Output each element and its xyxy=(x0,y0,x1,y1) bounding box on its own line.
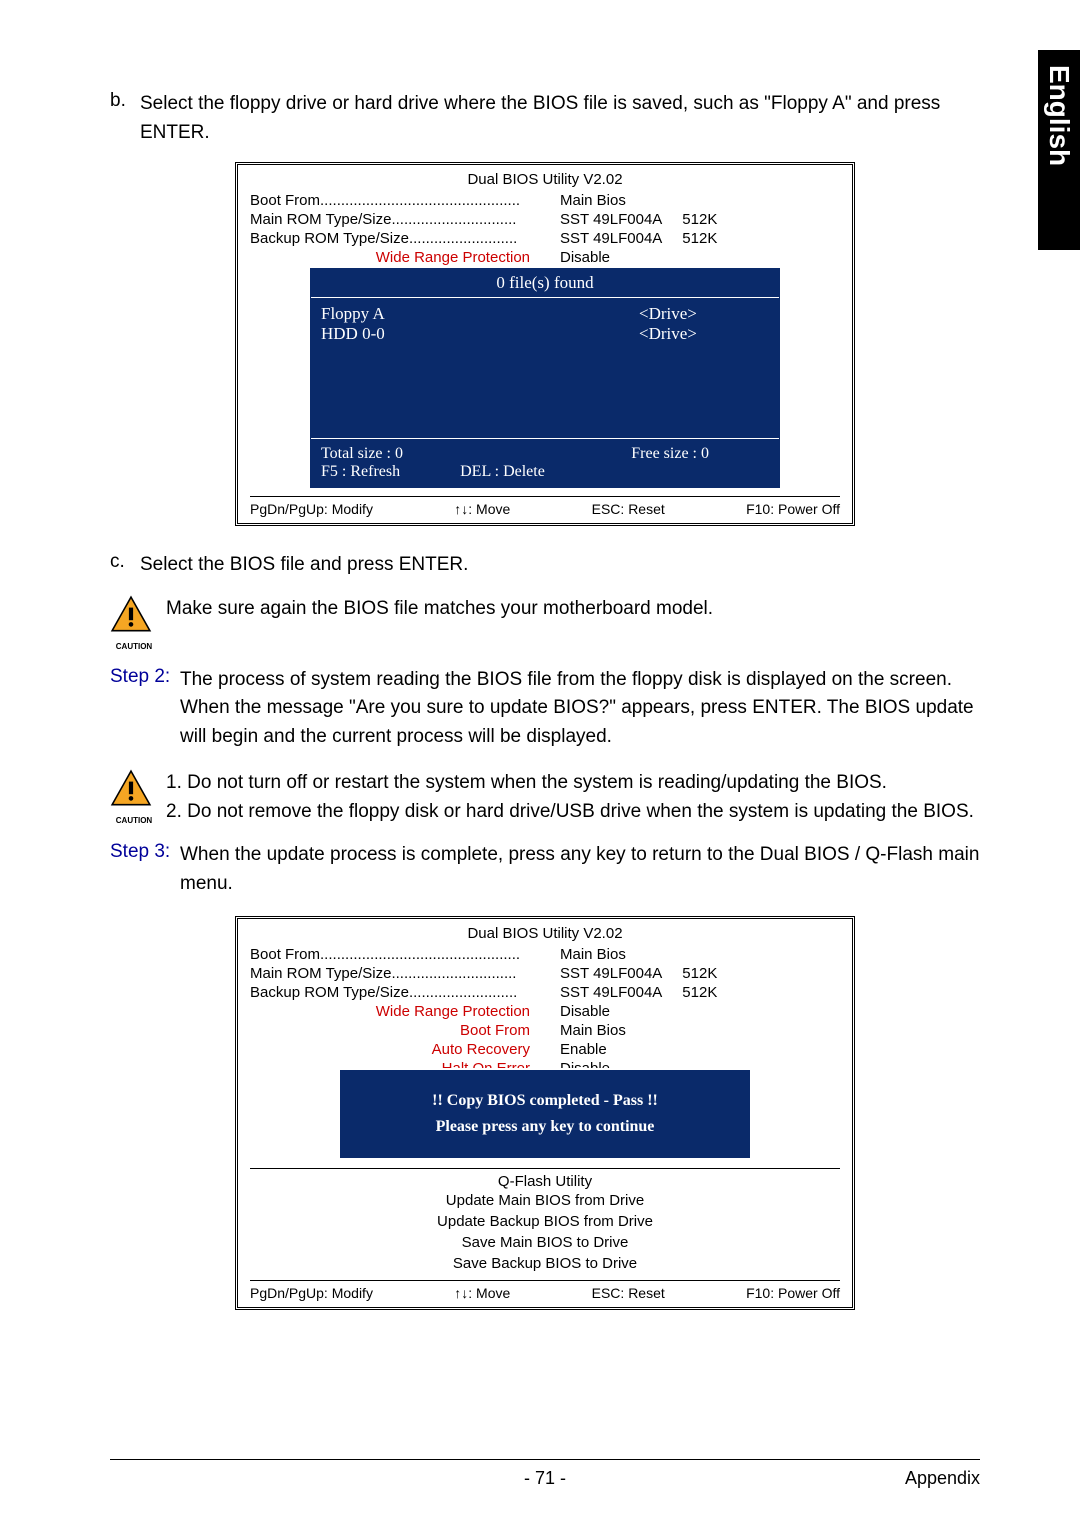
wide-range-label: Wide Range Protection xyxy=(328,249,560,266)
instruction-text: Select the BIOS file and press ENTER. xyxy=(140,551,468,580)
bios-title: Dual BIOS Utility V2.02 xyxy=(250,925,840,942)
qflash-item[interactable]: Save Backup BIOS to Drive xyxy=(250,1253,840,1274)
main-rom-label: Main ROM Type/Size......................… xyxy=(250,965,560,982)
qflash-item[interactable]: Update Main BIOS from Drive xyxy=(250,1190,840,1211)
footer-esc[interactable]: ESC: Reset xyxy=(592,501,665,517)
footer-pgup[interactable]: PgDn/PgUp: Modify xyxy=(250,501,373,517)
boot-from-label: Boot From...............................… xyxy=(250,946,560,963)
backup-rom-size: 512K xyxy=(682,984,717,1001)
boot-from-opt-label: Boot From xyxy=(328,1022,560,1039)
files-found-header: 0 file(s) found xyxy=(311,269,779,298)
drive-type: <Drive> xyxy=(639,304,769,324)
auto-recovery-label: Auto Recovery xyxy=(328,1041,560,1058)
drive-type: <Drive> xyxy=(639,324,769,344)
page-number: - 71 - xyxy=(210,1468,880,1489)
step-label: Step 3: xyxy=(110,841,180,898)
halt-error-value: Disable xyxy=(560,1060,610,1068)
main-rom-value: SST 49LF004A xyxy=(560,965,662,982)
drive-item[interactable]: Floppy A xyxy=(321,304,639,324)
backup-rom-value: SST 49LF004A xyxy=(560,984,662,1001)
step-3: Step 3: When the update process is compl… xyxy=(110,841,980,898)
bios-footer: PgDn/PgUp: Modify ↑↓: Move ESC: Reset F1… xyxy=(250,1280,840,1301)
page-footer: - 71 - Appendix xyxy=(110,1459,980,1489)
footer-move[interactable]: ↑↓: Move xyxy=(454,1285,510,1301)
backup-rom-size: 512K xyxy=(682,230,717,247)
qflash-title: Q-Flash Utility xyxy=(250,1168,840,1190)
wide-range-value: Disable xyxy=(560,249,610,266)
bios-utility-box-1: Dual BIOS Utility V2.02 Boot From.......… xyxy=(235,162,855,526)
instruction-b: b. Select the floppy drive or hard drive… xyxy=(110,90,980,147)
footer-pgup[interactable]: PgDn/PgUp: Modify xyxy=(250,1285,373,1301)
qflash-item[interactable]: Save Main BIOS to Drive xyxy=(250,1232,840,1253)
qflash-item[interactable]: Update Backup BIOS from Drive xyxy=(250,1211,840,1232)
caution-icon: CAUTION xyxy=(110,595,158,651)
f5-refresh[interactable]: F5 : Refresh xyxy=(321,463,400,481)
boot-from-value: Main Bios xyxy=(560,192,840,209)
caution-1: CAUTION Make sure again the BIOS file ma… xyxy=(110,595,980,651)
step-2: Step 2: The process of system reading th… xyxy=(110,666,980,752)
step-label: Step 2: xyxy=(110,666,180,752)
boot-from-label: Boot From...............................… xyxy=(250,192,560,209)
backup-rom-label: Backup ROM Type/Size....................… xyxy=(250,984,560,1001)
main-rom-value: SST 49LF004A xyxy=(560,211,662,228)
boot-from-value: Main Bios xyxy=(560,946,840,963)
instruction-text: Select the floppy drive or hard drive wh… xyxy=(140,90,980,147)
backup-rom-label: Backup ROM Type/Size....................… xyxy=(250,230,560,247)
instruction-c: c. Select the BIOS file and press ENTER. xyxy=(110,551,980,580)
halt-error-label: Halt On Error xyxy=(328,1060,560,1068)
caution-line-2: 2. Do not remove the floppy disk or hard… xyxy=(166,798,974,827)
bios-utility-box-2: Dual BIOS Utility V2.02 Boot From.......… xyxy=(235,916,855,1310)
main-rom-label: Main ROM Type/Size......................… xyxy=(250,211,560,228)
wide-range-value: Disable xyxy=(560,1003,610,1020)
instruction-letter: c. xyxy=(110,551,140,580)
backup-rom-value: SST 49LF004A xyxy=(560,230,662,247)
instruction-letter: b. xyxy=(110,90,140,147)
caution-2: CAUTION 1. Do not turn off or restart th… xyxy=(110,769,980,826)
del-delete[interactable]: DEL : Delete xyxy=(460,463,545,481)
drive-item[interactable]: HDD 0-0 xyxy=(321,324,639,344)
free-size: Free size : 0 xyxy=(631,445,709,463)
msg-line-1: !! Copy BIOS completed - Pass !! xyxy=(360,1092,730,1110)
caution-text: Make sure again the BIOS file matches yo… xyxy=(166,595,713,624)
msg-line-2: Please press any key to continue xyxy=(360,1118,730,1136)
total-size: Total size : 0 xyxy=(321,445,403,463)
caution-label: CAUTION xyxy=(110,816,158,825)
drive-list-box: 0 file(s) found Floppy A HDD 0-0 <Drive>… xyxy=(310,268,780,488)
step-text: When the update process is complete, pre… xyxy=(180,841,980,898)
caution-line-1: 1. Do not turn off or restart the system… xyxy=(166,769,974,798)
bios-footer: PgDn/PgUp: Modify ↑↓: Move ESC: Reset F1… xyxy=(250,496,840,517)
bios-title: Dual BIOS Utility V2.02 xyxy=(250,171,840,188)
completion-message-box: !! Copy BIOS completed - Pass !! Please … xyxy=(340,1070,750,1158)
auto-recovery-value: Enable xyxy=(560,1041,607,1058)
boot-from-opt-value: Main Bios xyxy=(560,1022,626,1039)
language-tab: English xyxy=(1038,50,1080,250)
caution-icon: CAUTION xyxy=(110,769,158,825)
main-rom-size: 512K xyxy=(682,211,717,228)
footer-move[interactable]: ↑↓: Move xyxy=(454,501,510,517)
footer-esc[interactable]: ESC: Reset xyxy=(592,1285,665,1301)
footer-f10[interactable]: F10: Power Off xyxy=(746,1285,840,1301)
wide-range-label: Wide Range Protection xyxy=(328,1003,560,1020)
appendix-label: Appendix xyxy=(880,1468,980,1489)
step-text: The process of system reading the BIOS f… xyxy=(180,666,980,752)
footer-f10[interactable]: F10: Power Off xyxy=(746,501,840,517)
main-rom-size: 512K xyxy=(682,965,717,982)
caution-label: CAUTION xyxy=(110,642,158,651)
